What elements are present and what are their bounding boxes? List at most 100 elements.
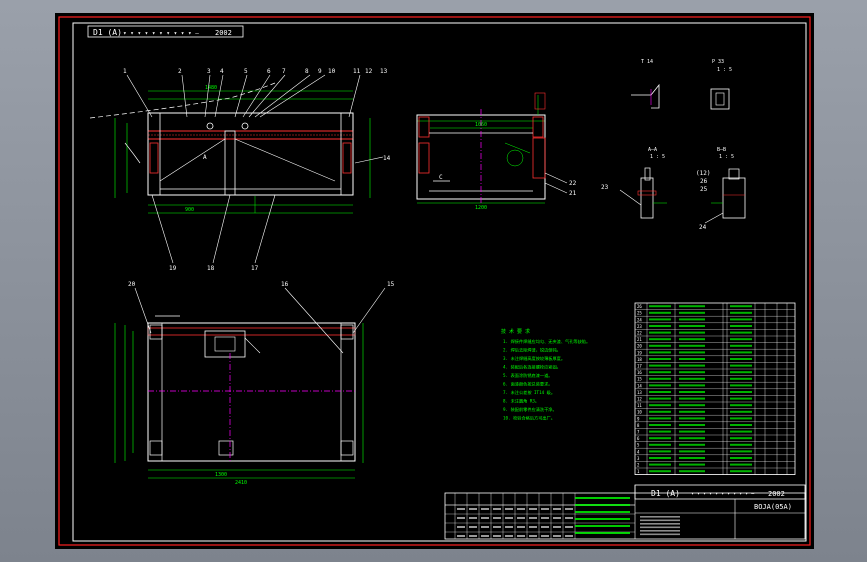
drawing-canvas[interactable]: D1 (A) ▾ ▾ ▾ ▾ ▾ ▾ ▾ ▾ ▾ ▾ — 2002 1480 9… <box>55 13 814 549</box>
note-line: 6. 面漆颜色按总装要求。 <box>503 381 552 388</box>
section-b-scale: 1 : 5 <box>719 154 734 160</box>
drawing-code: D1 (A) <box>93 28 122 37</box>
note-line: 4. 装配后各连接螺栓应紧固。 <box>503 364 561 371</box>
detail-sections[interactable]: T 14 P 33 1 : 5 A—A 1 : 5 B—B 1 : 5 <box>619 59 746 224</box>
parts-row-index: 22 <box>637 331 642 336</box>
section-a-scale: 1 : 5 <box>650 154 665 160</box>
technical-notes: 技 术 要 求 1. 焊接件焊缝应均匀、无夹渣、气孔等缺陷。 2. 焊后去除焊渣，… <box>501 328 590 422</box>
svg-text:12: 12 <box>365 68 373 75</box>
svg-text:11: 11 <box>353 68 361 75</box>
plan-view[interactable]: 1300 2410 <box>114 287 386 486</box>
parts-row-index: 16 <box>637 370 642 375</box>
note-line: 9. 装配前零件应清洗干净。 <box>503 406 557 413</box>
svg-text:8: 8 <box>305 68 309 75</box>
svg-text:5: 5 <box>244 68 248 75</box>
svg-text:10: 10 <box>328 68 336 75</box>
note-line: 1. 焊接件焊缝应均匀、无夹渣、气孔等缺陷。 <box>503 338 590 345</box>
parts-row-index: 5 <box>637 443 640 448</box>
parts-row-index: 24 <box>637 317 642 322</box>
note-line: 5. 表面涂防锈底漆一道。 <box>503 372 552 379</box>
parts-row-index: 12 <box>637 397 642 402</box>
parts-row-index: 10 <box>637 410 642 415</box>
dim-front-width: 1480 <box>205 85 217 91</box>
svg-text:16: 16 <box>281 281 289 288</box>
parts-row-index: 11 <box>637 403 642 408</box>
side-balloons: 22 21 <box>569 180 577 197</box>
svg-text:18: 18 <box>207 265 215 272</box>
section-marker-c: C <box>439 174 443 181</box>
parts-row-index: 23 <box>637 324 642 329</box>
svg-text:6: 6 <box>267 68 271 75</box>
parts-list-table[interactable]: 2625242322212019181716151413121110987654… <box>634 302 796 476</box>
parts-row-index: 2 <box>637 463 640 468</box>
section-b-title: B—B <box>717 147 726 153</box>
svg-text:13: 13 <box>380 68 388 75</box>
parts-row-index: 3 <box>637 456 640 461</box>
note-line: 3. 未注焊缝高度按较薄板厚度。 <box>503 355 565 362</box>
dim-side-bottom: 1200 <box>475 205 487 211</box>
svg-text:19: 19 <box>169 265 177 272</box>
parts-row-index: 6 <box>637 436 640 441</box>
svg-text:14: 14 <box>383 155 391 162</box>
parts-row-index: 8 <box>637 423 640 428</box>
side-elevation-view[interactable]: 1060 1200 C <box>416 92 568 211</box>
dim-plan-bottom: 1300 <box>215 472 227 478</box>
front-balloons: 1 2 3 4 5 6 7 8 9 10 11 12 13 14 19 18 1… <box>123 68 391 272</box>
section-marker-a: A <box>203 154 207 161</box>
note-line: 7. 未注公差按 IT14 级。 <box>503 389 555 396</box>
title-part-no: BOJA(05A) <box>754 503 792 511</box>
parts-row-index: 9 <box>637 416 640 421</box>
parts-row-index: 1 <box>637 469 640 474</box>
parts-row-index: 15 <box>637 377 642 382</box>
svg-text:9: 9 <box>318 68 322 75</box>
svg-text:26: 26 <box>700 178 708 185</box>
svg-text:24: 24 <box>699 224 707 231</box>
svg-text:25: 25 <box>700 186 708 193</box>
parts-row-index: 7 <box>637 430 640 435</box>
front-elevation-view[interactable]: 1480 900 A <box>89 74 384 264</box>
parts-row-index: 13 <box>637 390 642 395</box>
parts-row-index: 18 <box>637 357 642 362</box>
plan-balloons: 20 16 15 <box>128 281 395 288</box>
svg-text:17: 17 <box>251 265 259 272</box>
svg-text:15: 15 <box>387 281 395 288</box>
section-p-scale: 1 : 5 <box>717 67 732 73</box>
detail-balloons: 23 24 (12) 26 25 <box>601 170 710 231</box>
svg-text:23: 23 <box>601 184 609 191</box>
svg-text:3: 3 <box>207 68 211 75</box>
title-year: 2002 <box>768 490 785 498</box>
svg-text:7: 7 <box>282 68 286 75</box>
drawing-code-dots: ▾ ▾ ▾ ▾ ▾ ▾ ▾ ▾ ▾ ▾ — <box>123 30 199 37</box>
section-a-title: A—A <box>648 147 657 153</box>
note-line: 10. 检验合格后方可出厂。 <box>503 415 555 422</box>
notes-title: 技 术 要 求 <box>501 328 530 335</box>
cad-drawing[interactable]: D1 (A) ▾ ▾ ▾ ▾ ▾ ▾ ▾ ▾ ▾ ▾ — 2002 1480 9… <box>55 13 814 549</box>
svg-text:21: 21 <box>569 190 577 197</box>
svg-text:20: 20 <box>128 281 136 288</box>
svg-text:2: 2 <box>178 68 182 75</box>
svg-text:(12): (12) <box>696 170 710 177</box>
title-dots: ▾ ▾ ▾ ▾ ▾ ▾ ▾ ▾ ▾ ▾ — <box>691 491 755 497</box>
svg-text:22: 22 <box>569 180 577 187</box>
svg-text:1: 1 <box>123 68 127 75</box>
dim-front-bottom: 900 <box>185 207 194 213</box>
title-drawing-code: D1 (A) <box>651 489 680 498</box>
note-line: 8. 未注圆角 R3。 <box>503 398 539 405</box>
parts-row-index: 26 <box>637 304 642 309</box>
parts-row-index: 4 <box>637 449 640 454</box>
parts-row-index: 20 <box>637 344 642 349</box>
parts-row-index: 14 <box>637 383 642 388</box>
section-p-title: P 33 <box>712 59 724 65</box>
parts-row-index: 25 <box>637 311 642 316</box>
sheet-outer-border <box>58 16 811 546</box>
dim-plan-width: 2410 <box>235 480 247 486</box>
parts-row-index: 21 <box>637 337 642 342</box>
title-block[interactable]: D1 (A) ▾ ▾ ▾ ▾ ▾ ▾ ▾ ▾ ▾ ▾ — 2002 BOJA(0… <box>444 484 806 540</box>
parts-row-index: 19 <box>637 350 642 355</box>
section-t-title: T 14 <box>641 59 653 65</box>
svg-text:4: 4 <box>220 68 224 75</box>
sheet-inner-border <box>72 22 807 542</box>
drawing-year: 2002 <box>215 29 232 37</box>
note-line: 2. 焊后去除焊渣，锐边倒钝。 <box>503 347 561 354</box>
parts-row-index: 17 <box>637 364 642 369</box>
